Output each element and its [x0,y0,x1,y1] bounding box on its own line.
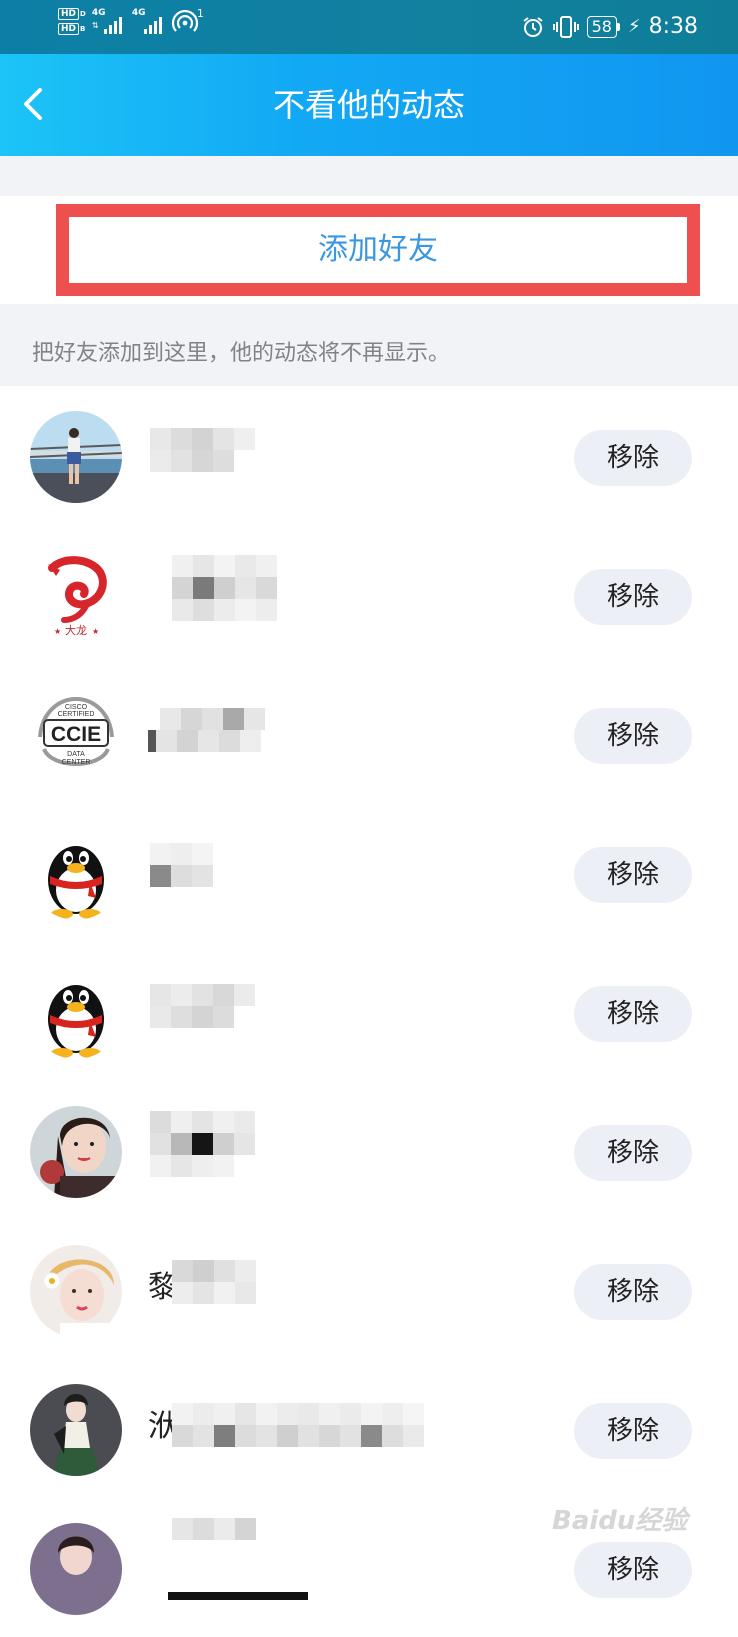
vibrate-icon [552,16,579,38]
blurred-name [150,865,213,887]
avatar[interactable] [30,411,122,503]
blurred-name [150,1006,234,1028]
remove-button[interactable]: 移除 [574,986,692,1042]
blurred-name [172,1403,424,1425]
charging-icon: ⚡ [627,16,641,37]
svg-text:DATA: DATA [67,751,85,758]
battery-icon: 58 [586,16,620,38]
home-indicator [168,1592,308,1600]
list-item: CISCO CERTIFIED CCIE DATA CENTER 移除 [0,664,738,803]
status-bar: HD D HD B 4G ⇅ 4G 1 58 ⚡ 8:38 [0,0,738,54]
signal-4g-icon: 4G ⇅ [92,8,126,36]
remove-button[interactable]: 移除 [574,1542,692,1598]
status-left: HD D HD B 4G ⇅ 4G 1 [58,8,206,36]
remove-button[interactable]: 移除 [574,1403,692,1459]
blurred-name [150,428,255,450]
remove-button[interactable]: 移除 [574,1125,692,1181]
remove-button[interactable]: 移除 [574,1264,692,1320]
remove-button[interactable]: 移除 [574,847,692,903]
blurred-name [172,1518,256,1540]
blurred-name [160,708,265,730]
add-friend-section: 添加好友 [0,196,738,304]
list-item: 移除 [0,803,738,942]
hotspot-icon: 1 [171,8,206,36]
watermark: Baidu经验 [552,1506,688,1536]
status-time: 8:38 [648,14,698,39]
avatar[interactable] [30,1523,122,1615]
blurred-name [172,1282,256,1304]
blurred-name [172,599,277,621]
blurred-name [150,1155,234,1177]
list-item: 大龙 ★ ★ 移除 [0,525,738,664]
avatar[interactable] [30,1245,122,1337]
blurred-name [172,577,277,599]
avatar[interactable] [30,1106,122,1198]
hint-text: 把好友添加到这里，他的动态将不再显示。 [32,341,451,366]
hint-section: 把好友添加到这里，他的动态将不再显示。 [0,304,738,386]
blurred-name [172,1425,424,1447]
dragon-logo-text: 大龙 [65,623,87,637]
avatar[interactable]: 大龙 ★ ★ [30,550,122,642]
qq-penguin-icon [30,967,122,1059]
list-item: 移除 [0,386,738,525]
list-item: 移除 [0,1081,738,1220]
qq-penguin-icon [30,828,122,920]
hd-indicators: HD D HD B [58,8,86,35]
svg-text:CISCO: CISCO [65,704,88,711]
svg-text:CERTIFIED: CERTIFIED [58,711,95,718]
remove-button[interactable]: 移除 [574,430,692,486]
hd-icon: HD D [58,8,86,20]
title-bar: 不看他的动态 [0,54,738,156]
avatar[interactable] [30,1384,122,1476]
hd-icon: HD B [58,23,86,35]
blurred-name [148,730,261,752]
avatar[interactable]: CISCO CERTIFIED CCIE DATA CENTER [30,689,122,781]
blurred-name [150,984,255,1006]
friend-list: 移除 大龙 ★ ★ 移除 CISCO CERTIFIED CCIE DATA C… [0,386,738,1637]
svg-text:★: ★ [92,627,99,636]
remove-button[interactable]: 移除 [574,708,692,764]
svg-text:CCIE: CCIE [51,723,101,746]
alarm-icon [522,17,543,37]
blurred-name [150,450,234,472]
blurred-name [172,555,277,577]
blurred-name [172,1260,256,1282]
svg-text:CENTER: CENTER [62,759,91,766]
avatar[interactable] [30,828,122,920]
blurred-name [150,1111,255,1133]
status-right: 58 ⚡ 8:38 [521,12,698,42]
section-divider [0,156,738,196]
svg-text:★: ★ [54,627,61,636]
page-title: 不看他的动态 [272,86,465,124]
list-item: 洑 移除 [0,1359,738,1498]
list-item: 移除 [0,942,738,1081]
blurred-name [150,1133,255,1155]
blurred-name [150,843,213,865]
list-item: 黎 移除 [0,1220,738,1359]
remove-button[interactable]: 移除 [574,569,692,625]
avatar[interactable] [30,967,122,1059]
signal-4g-icon: 4G [132,8,166,36]
add-friend-button[interactable]: 添加好友 [56,204,700,296]
